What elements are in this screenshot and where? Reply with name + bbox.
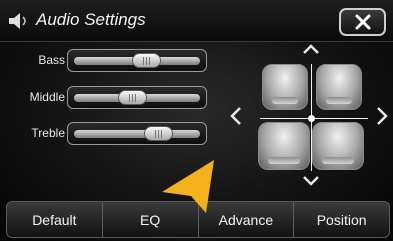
close-button[interactable] — [339, 8, 386, 36]
rear-left-seat — [258, 122, 310, 170]
middle-slider[interactable] — [67, 86, 207, 109]
bass-slider[interactable] — [67, 49, 207, 72]
bass-label: Bass — [38, 53, 65, 67]
rear-right-seat — [312, 122, 364, 170]
treble-slider-thumb[interactable] — [143, 126, 173, 141]
middle-label: Middle — [29, 90, 65, 104]
close-icon — [355, 14, 370, 30]
bass-slider-thumb[interactable] — [132, 53, 162, 68]
treble-slider-row: Treble — [0, 121, 215, 147]
tab-eq[interactable]: EQ — [103, 202, 199, 237]
chevron-right-icon[interactable] — [376, 106, 388, 126]
audio-settings-screen: Audio Settings Bass Middle Treble Defaul… — [0, 0, 393, 241]
tab-position[interactable]: Position — [294, 202, 389, 237]
speaker-icon — [8, 12, 30, 30]
treble-slider-groove — [74, 130, 200, 138]
header-bar: Audio Settings — [0, 0, 393, 42]
bass-slider-row: Bass — [0, 48, 215, 74]
balance-position-marker[interactable] — [308, 115, 315, 122]
tab-advance[interactable]: Advance — [199, 202, 295, 237]
treble-label: Treble — [31, 126, 65, 140]
tab-default[interactable]: Default — [7, 202, 103, 237]
front-left-seat — [262, 64, 308, 110]
front-right-seat — [316, 64, 362, 110]
treble-slider[interactable] — [67, 122, 207, 145]
chevron-left-icon[interactable] — [230, 106, 242, 126]
chevron-down-icon[interactable] — [302, 175, 320, 186]
middle-slider-thumb[interactable] — [117, 90, 147, 105]
bottom-tab-bar: Default EQ Advance Position — [6, 201, 390, 238]
middle-slider-row: Middle — [0, 85, 215, 111]
page-title: Audio Settings — [36, 10, 146, 29]
balance-fader-panel[interactable] — [226, 44, 393, 196]
chevron-up-icon[interactable] — [302, 44, 320, 55]
